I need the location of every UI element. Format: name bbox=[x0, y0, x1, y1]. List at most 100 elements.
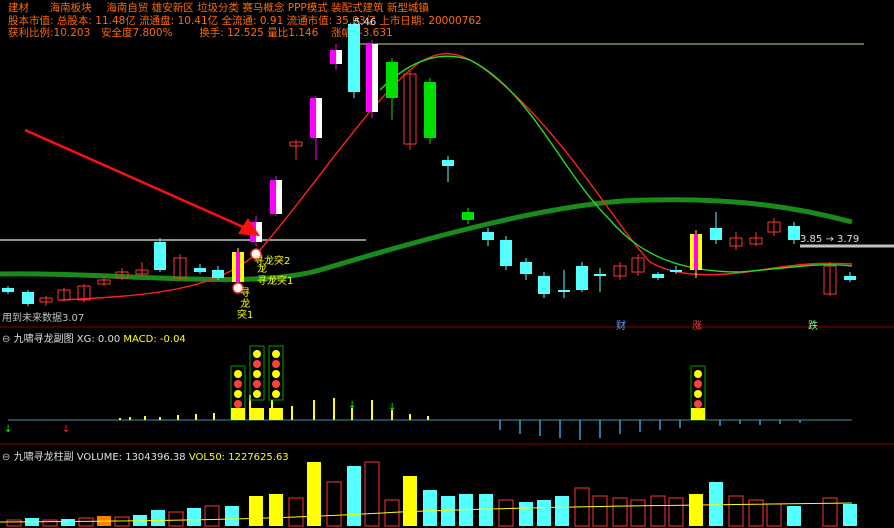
signal-stack-dot bbox=[253, 390, 261, 398]
signal-stack-dot bbox=[234, 380, 242, 388]
signal-stack-dot bbox=[272, 350, 280, 358]
candle-body-down bbox=[386, 62, 398, 98]
signal-arrow-icon: ↓ bbox=[388, 402, 396, 413]
signal-stack-base bbox=[231, 408, 245, 420]
candle-body-down bbox=[348, 24, 360, 92]
panel-collapse-icon[interactable]: ⊖ bbox=[2, 334, 10, 345]
candle-body-down bbox=[844, 276, 856, 280]
panel-collapse-icon[interactable]: ⊖ bbox=[2, 452, 10, 463]
signal-stack-dot bbox=[253, 370, 261, 378]
macd-label: MACD: bbox=[123, 334, 157, 345]
vol50-value: 1227625.63 bbox=[228, 452, 289, 463]
volume-bar-up bbox=[288, 497, 304, 527]
signal-stack-dot bbox=[234, 400, 242, 408]
signal-stack-dot bbox=[253, 380, 261, 388]
signal-stack-dot bbox=[253, 350, 261, 358]
volume-bar-up bbox=[6, 519, 22, 527]
candle-body-signal bbox=[694, 234, 698, 270]
candle-body-down bbox=[212, 270, 224, 278]
candle-body-down bbox=[558, 290, 570, 292]
candle-body-down bbox=[2, 288, 14, 292]
volume-bar-down bbox=[519, 502, 533, 526]
signal-stack-base bbox=[269, 408, 283, 420]
signal-char: 寻 bbox=[240, 288, 251, 299]
ma-short-red bbox=[59, 52, 853, 301]
volume-bar-down bbox=[423, 490, 437, 526]
candle-body-down bbox=[788, 226, 800, 240]
candle-body-down bbox=[442, 160, 454, 166]
volume-bar-down bbox=[787, 506, 801, 526]
signal-stack-dot bbox=[694, 390, 702, 398]
volume-bar-down bbox=[61, 519, 75, 526]
volume-bar-up bbox=[650, 495, 666, 527]
volume-bar-down bbox=[249, 496, 263, 526]
signal-stack-dot bbox=[272, 390, 280, 398]
tag-text: 涨 bbox=[692, 321, 702, 332]
volume-bar-down bbox=[225, 506, 239, 526]
signal-stack-base bbox=[250, 408, 264, 420]
xg-value: 0.00 bbox=[97, 334, 121, 345]
signal-char: 寻龙突1 bbox=[257, 276, 294, 287]
volume-value: 1304396.38 bbox=[125, 452, 186, 463]
signal-stack-dot bbox=[234, 390, 242, 398]
candle-body-signal bbox=[366, 44, 372, 112]
volume-bar-down bbox=[269, 494, 283, 526]
signal-stack-base bbox=[691, 408, 705, 420]
high-price-label: 5.46 bbox=[354, 17, 377, 28]
tag-zhang: 涨 bbox=[692, 317, 702, 332]
volume-bar-down bbox=[709, 482, 723, 526]
macd-value: -0.04 bbox=[159, 334, 186, 345]
volume-bar-up bbox=[766, 503, 782, 527]
signal-label-xunlong1-b: 寻 龙 突1 bbox=[237, 288, 253, 321]
volume-panel-header: ⊖ 九啸寻龙柱副 VOLUME: 1304396.38 VOL50: 12276… bbox=[2, 448, 289, 463]
candle-body-signal bbox=[270, 180, 276, 214]
indicator-title[interactable]: 九啸寻龙副图 bbox=[14, 334, 74, 345]
signal-arrow-icon: ↓ bbox=[4, 424, 12, 435]
candle-body-down bbox=[594, 274, 606, 276]
candle-body-down bbox=[520, 262, 532, 274]
candle-body-down bbox=[154, 242, 166, 270]
future-data-note: 用到未来数据3.07 bbox=[2, 313, 85, 324]
tag-cai: 财 bbox=[616, 317, 626, 332]
volume-bar-down bbox=[403, 476, 417, 526]
signal-stack-dot bbox=[694, 380, 702, 388]
signal-char: 龙 bbox=[240, 299, 251, 310]
volume-bar-up bbox=[612, 497, 628, 527]
volume-bar-down bbox=[187, 508, 201, 526]
candle-body-down bbox=[538, 276, 550, 294]
signal-arrow-line bbox=[24, 128, 251, 232]
vol50-label: VOL50: bbox=[188, 452, 226, 463]
candle-body-down bbox=[670, 270, 682, 272]
signal-stack-dot bbox=[694, 370, 702, 378]
volume-bar-up bbox=[78, 517, 94, 527]
candle-body-down bbox=[500, 240, 512, 266]
volume-title[interactable]: 九啸寻龙柱副 bbox=[14, 452, 74, 463]
signal-stack-dot bbox=[234, 370, 242, 378]
volume-bar-down bbox=[555, 496, 569, 526]
candle-body-down bbox=[576, 266, 588, 290]
signal-stack-dot bbox=[272, 380, 280, 388]
volume-bar-up bbox=[326, 481, 342, 527]
volume-bar-up bbox=[668, 497, 684, 527]
signal-char: 龙 bbox=[257, 264, 267, 275]
candle-body-signal bbox=[310, 98, 316, 138]
volume-bar-up bbox=[728, 495, 744, 527]
volume-bar-up bbox=[630, 499, 646, 527]
candle-body-down bbox=[424, 82, 436, 138]
signal-stack-dot bbox=[253, 360, 261, 368]
volume-bar-down bbox=[689, 494, 703, 526]
candle-body-signal bbox=[236, 252, 240, 282]
candle-body-down bbox=[482, 232, 494, 240]
volume-bar-down bbox=[537, 500, 551, 526]
volume-bar-up bbox=[822, 497, 838, 527]
volume-bar-down bbox=[843, 504, 857, 526]
volume-bar-up bbox=[364, 461, 380, 527]
signal-stack-dot bbox=[694, 400, 702, 408]
volume-bar-up bbox=[204, 505, 220, 527]
volume-bar-down bbox=[347, 466, 361, 526]
tag-die: 跌 bbox=[808, 317, 818, 332]
volume-bar-up bbox=[592, 495, 608, 527]
volume-bar-up bbox=[498, 499, 514, 527]
volume-bar-down bbox=[151, 510, 165, 526]
candle-body-down bbox=[22, 292, 34, 304]
